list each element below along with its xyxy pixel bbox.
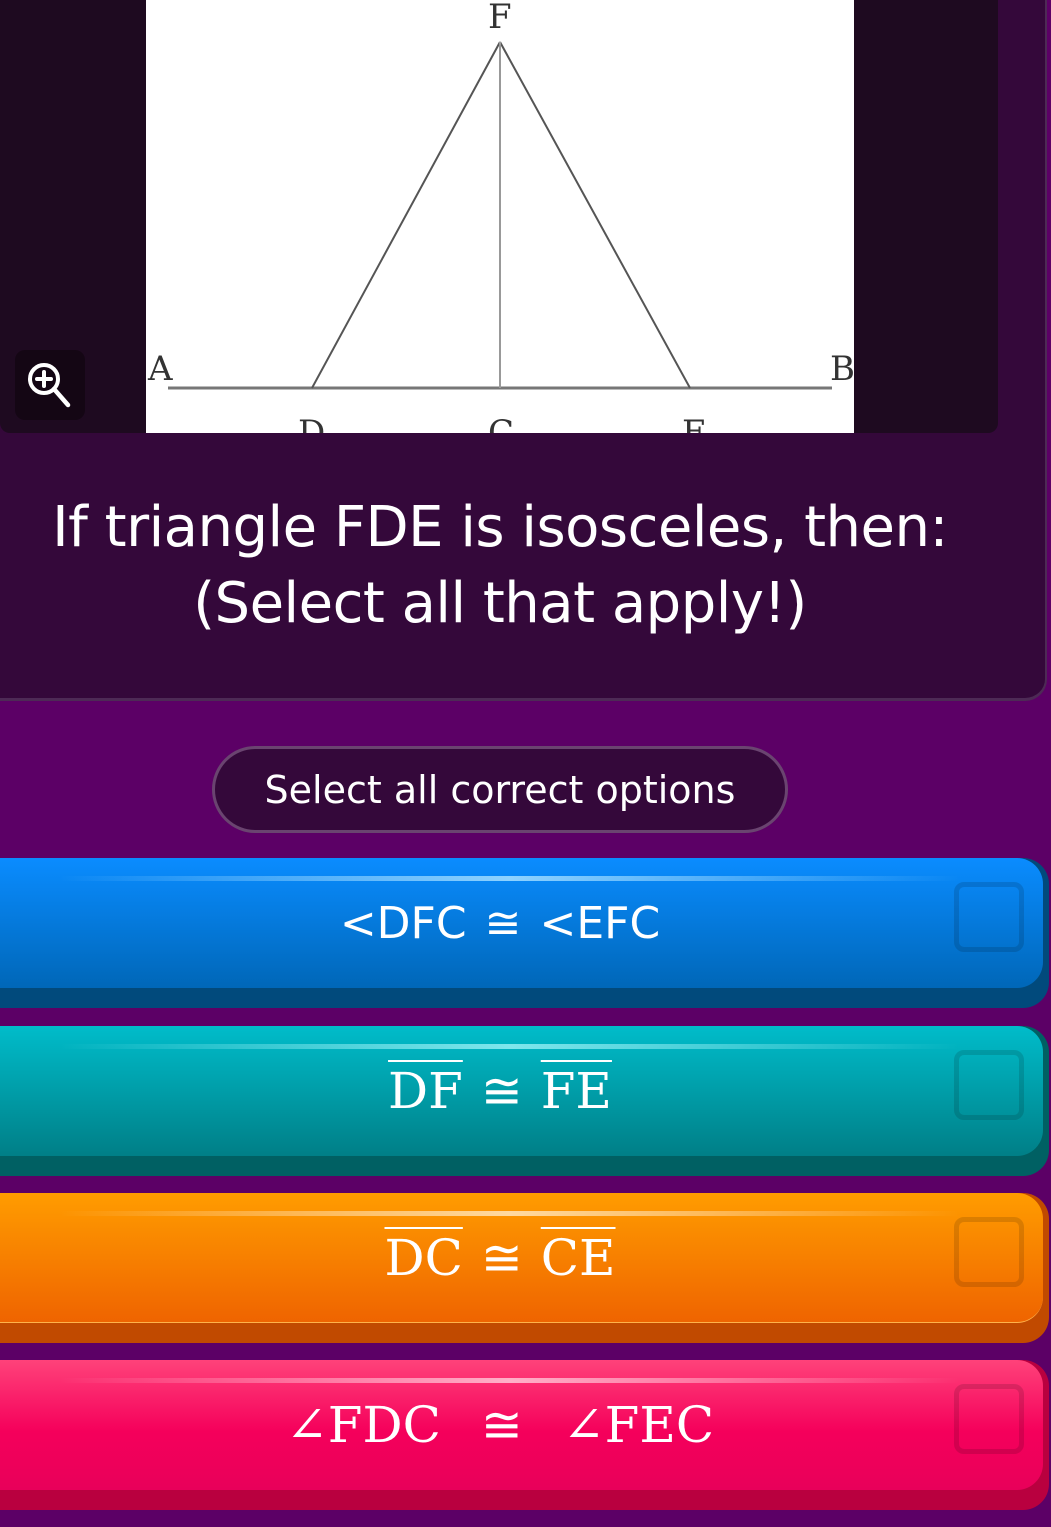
option-checkbox[interactable] xyxy=(954,1217,1024,1287)
label-f: F xyxy=(488,0,512,37)
option-shine xyxy=(60,876,959,881)
option-shine xyxy=(60,1378,959,1383)
option-label: DC ≅ CE xyxy=(0,1223,1000,1293)
triangle-diagram: F A B D C E xyxy=(147,0,854,433)
congruent-symbol: ≅ xyxy=(480,1229,523,1287)
triangle-figure: F A B D C E xyxy=(146,0,854,433)
option-right-term: ∠FEC xyxy=(562,1396,715,1454)
congruent-symbol: ≅ xyxy=(480,1062,523,1120)
option-shine xyxy=(60,1211,959,1216)
question-line-1: If triangle FDE is isosceles, then: xyxy=(52,495,948,560)
label-c: C xyxy=(488,413,514,433)
label-a: A xyxy=(147,349,173,389)
option-checkbox[interactable] xyxy=(954,1050,1024,1120)
question-media: F A B D C E xyxy=(0,0,998,433)
option-right-term: <EFC xyxy=(539,897,661,949)
zoom-in-button[interactable] xyxy=(15,350,85,420)
congruent-symbol: ≅ xyxy=(484,897,522,949)
option-label: DF ≅ FE xyxy=(0,1056,1000,1126)
instruction-pill: Select all correct options xyxy=(212,746,788,833)
option-left-term: ∠FDC xyxy=(285,1396,441,1454)
segment-df xyxy=(311,41,501,389)
label-e: E xyxy=(682,413,707,433)
option-4[interactable]: ∠FDC ≅ ∠FEC xyxy=(0,1360,1049,1510)
label-d: D xyxy=(298,413,325,433)
option-1[interactable]: <DFC ≅ <EFC xyxy=(0,858,1049,1008)
option-checkbox[interactable] xyxy=(954,882,1024,952)
option-shine xyxy=(60,1044,959,1049)
question-panel: F A B D C E If triangle FDE is isosceles… xyxy=(0,0,1047,701)
segment-fe xyxy=(499,41,691,389)
question-line-2: (Select all that apply!) xyxy=(193,571,807,636)
option-checkbox[interactable] xyxy=(954,1384,1024,1454)
congruent-symbol: ≅ xyxy=(480,1396,523,1454)
option-2[interactable]: DF ≅ FE xyxy=(0,1026,1049,1176)
option-left-term: DF xyxy=(388,1062,463,1120)
option-left-term: <DFC xyxy=(339,897,467,949)
question-text: If triangle FDE is isosceles, then: (Sel… xyxy=(0,490,1000,642)
option-left-term: DC xyxy=(384,1229,463,1287)
option-3[interactable]: DC ≅ CE xyxy=(0,1193,1049,1343)
option-label: ∠FDC ≅ ∠FEC xyxy=(0,1390,1000,1460)
option-right-term: FE xyxy=(540,1062,612,1120)
option-right-term: CE xyxy=(540,1229,616,1287)
label-b: B xyxy=(830,349,854,389)
zoom-in-icon xyxy=(28,363,71,408)
option-label: <DFC ≅ <EFC xyxy=(0,888,1000,958)
